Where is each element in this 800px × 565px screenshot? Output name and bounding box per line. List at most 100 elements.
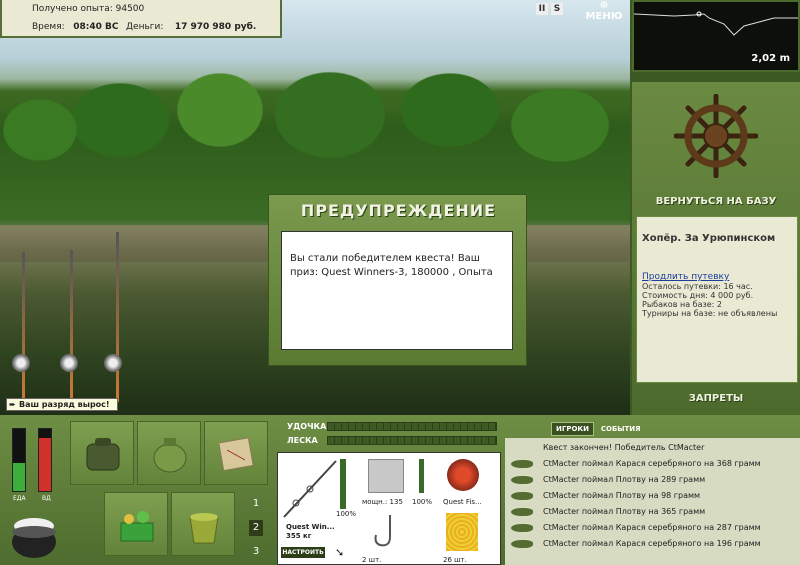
lure-slot-icon[interactable] xyxy=(447,459,479,491)
helm-icon: ✵ xyxy=(598,0,610,12)
events-header: Квест закончен! Победитель CtMacter xyxy=(509,440,797,455)
food-meter xyxy=(12,428,26,492)
lure-name: Quest Fis... xyxy=(443,498,482,506)
sack-icon xyxy=(153,438,187,473)
list-item: CtMacter поймал Плотву на 98 грамм xyxy=(509,488,797,503)
inventory-slot-food-basket[interactable] xyxy=(104,492,168,556)
bans-button[interactable]: ЗАПРЕТЫ xyxy=(632,393,800,404)
tab-events[interactable]: СОБЫТИЯ xyxy=(597,423,645,435)
menu-button[interactable]: ✵ МЕНЮ xyxy=(582,0,626,26)
warning-dialog[interactable]: ПРЕДУПРЕЖДЕНИЕ Вы стали победителем квес… xyxy=(268,194,527,366)
rod-label: УДОЧКА xyxy=(287,422,327,431)
rod-strength-bar xyxy=(327,422,497,431)
list-item: CtMacter поймал Карася серебряного на 28… xyxy=(509,520,797,535)
event-text: CtMacter поймал Карася серебряного на 36… xyxy=(543,459,761,468)
line-label: ЛЕСКА xyxy=(287,436,318,445)
reel-power: мощн.: 135 xyxy=(362,498,403,506)
info-line-3: Рыбаков на базе: 2 xyxy=(642,300,722,309)
time-value: 08:40 ВС xyxy=(73,22,119,32)
return-to-base-button[interactable]: ВЕРНУТЬСЯ НА БАЗУ xyxy=(632,196,800,207)
pot-icon[interactable] xyxy=(10,510,58,560)
time-label: Время: xyxy=(32,22,65,32)
rod-durability-bar xyxy=(340,459,346,509)
rod-weight: 355 кг xyxy=(286,532,312,540)
info-line-1: Осталось путевки: 16 час. xyxy=(642,282,753,291)
money-value: 17 970 980 руб. xyxy=(174,22,257,32)
fish-icon xyxy=(511,476,533,484)
hp-meter-fill xyxy=(39,438,51,491)
tab-players[interactable]: ИГРОКИ xyxy=(551,422,594,436)
inventory-slot-bucket[interactable] xyxy=(171,492,235,556)
events-header-text: Квест закончен! Победитель CtMacter xyxy=(543,443,705,452)
hook-icon[interactable] xyxy=(370,513,400,553)
backpack-icon xyxy=(86,438,120,471)
inventory-slot-map[interactable] xyxy=(204,421,268,485)
tackle-panel: 100% Quest Win... 355 кг НАСТРОИТЬ ➘ мощ… xyxy=(277,452,501,565)
hook-count: 2 шт. xyxy=(362,556,382,564)
rod-1[interactable] xyxy=(22,252,25,402)
tackle-header: УДОЧКА ЛЕСКА xyxy=(277,418,501,450)
rod-icon[interactable] xyxy=(280,457,340,521)
hp-meter xyxy=(38,428,52,492)
fish-icon xyxy=(511,524,533,532)
extend-permit-link[interactable]: Продлить путевку xyxy=(642,272,792,282)
list-item: CtMacter поймал Плотву на 289 грамм xyxy=(509,472,797,487)
page-button-3[interactable]: 3 xyxy=(249,544,263,560)
info-line-2: Стоимость дня: 4 000 руб. xyxy=(642,291,754,300)
events-list: Квест закончен! Победитель CtMacter CtMa… xyxy=(505,438,800,565)
list-item: CtMacter поймал Карася серебряного на 36… xyxy=(509,456,797,471)
info-line-4: Турниры на базе: не объявлены xyxy=(642,309,778,318)
pause-button[interactable]: II xyxy=(536,3,548,15)
depth-value: 2,02 m xyxy=(751,53,790,64)
stats-panel: Получено опыта: 94500 Время: 08:40 ВС Де… xyxy=(0,0,282,38)
event-text: CtMacter поймал Карася серебряного на 19… xyxy=(543,539,761,548)
reel-3-icon xyxy=(104,354,122,372)
events-panel: ИГРОКИ СОБЫТИЯ Квест закончен! Победител… xyxy=(505,418,800,565)
reel-durability-bar xyxy=(419,459,424,493)
location-name: Хопёр. За Урюпинском xyxy=(642,233,776,244)
rank-notice[interactable]: ➨ Ваш разряд вырос! xyxy=(6,398,118,411)
fish-icon xyxy=(511,508,533,516)
rod-name: Quest Win... xyxy=(286,523,335,531)
sound-button[interactable]: S xyxy=(551,3,563,15)
events-tabs: ИГРОКИ СОБЫТИЯ xyxy=(551,422,645,436)
menu-label: МЕНЮ xyxy=(585,11,623,22)
tune-arrow-icon: ➘ xyxy=(335,546,345,559)
depth-meter: 2,02 m xyxy=(632,0,800,72)
event-text: CtMacter поймал Плотву на 365 грамм xyxy=(543,507,706,516)
event-text: CtMacter поймал Плотву на 98 грамм xyxy=(543,491,701,500)
rod-3[interactable] xyxy=(116,232,119,402)
base-panel: ВЕРНУТЬСЯ НА БАЗУ Хопёр. За Урюпинском П… xyxy=(632,82,800,415)
tune-button[interactable]: НАСТРОИТЬ xyxy=(281,547,325,558)
bait-slot-icon[interactable] xyxy=(446,513,478,551)
event-text: CtMacter поймал Карася серебряного на 28… xyxy=(543,523,761,532)
reel-slot[interactable] xyxy=(368,459,404,493)
inventory-slot-backpack[interactable] xyxy=(70,421,134,485)
fish-icon xyxy=(511,492,533,500)
exp-label: Получено опыта: xyxy=(32,4,113,14)
bait-count: 26 шт. xyxy=(443,556,467,564)
dialog-title: ПРЕДУПРЕЖДЕНИЕ xyxy=(300,201,497,220)
dialog-message: Вы стали победителем квеста! Ваш приз: Q… xyxy=(281,231,513,350)
arrow-icon: ➨ xyxy=(9,400,16,409)
line-strength-bar xyxy=(327,436,497,445)
food-label: ЕДА xyxy=(13,495,26,502)
food-meter-fill xyxy=(13,463,25,491)
page-button-2[interactable]: 2 xyxy=(249,520,263,536)
page-button-1[interactable]: 1 xyxy=(249,496,263,512)
rank-notice-text: Ваш разряд вырос! xyxy=(19,400,110,409)
bucket-icon xyxy=(189,513,219,544)
list-item: CtMacter поймал Карася серебряного на 19… xyxy=(509,536,797,551)
event-text: CtMacter поймал Плотву на 289 грамм xyxy=(543,475,706,484)
location-info: Хопёр. За Урюпинском Продлить путевку Ос… xyxy=(636,216,798,383)
hp-label: ВД xyxy=(42,495,51,502)
helm-wheel-icon[interactable] xyxy=(674,94,758,178)
food-basket-icon xyxy=(120,511,154,542)
inventory-slot-sack[interactable] xyxy=(137,421,201,485)
list-item: CtMacter поймал Плотву на 365 грамм xyxy=(509,504,797,519)
fish-icon xyxy=(511,460,533,468)
rod-2[interactable] xyxy=(70,250,73,402)
money-label: Деньги: xyxy=(126,22,164,32)
reel-2-icon xyxy=(60,354,78,372)
reel-pct: 100% xyxy=(412,498,433,506)
